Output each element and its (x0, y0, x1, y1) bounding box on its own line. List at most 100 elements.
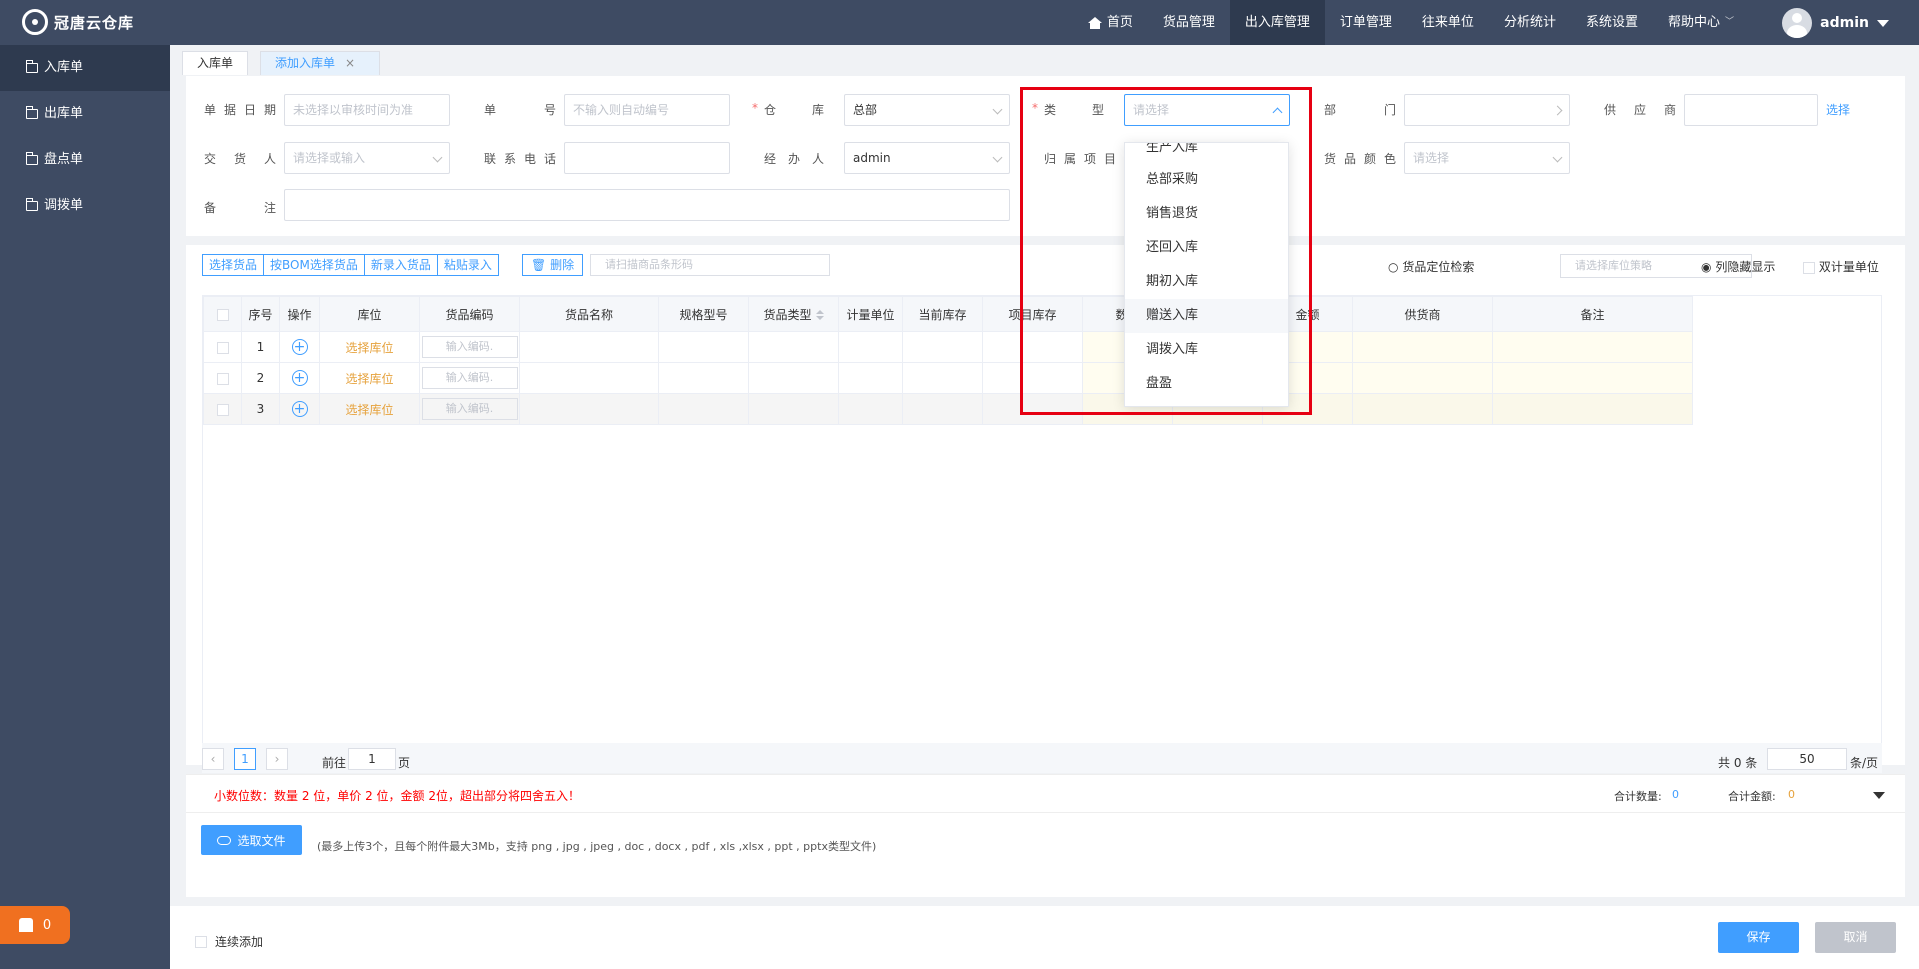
supplier-cell[interactable] (1352, 362, 1493, 394)
handler-label: 经办人 (764, 152, 824, 166)
tab-inbound-list[interactable]: 入库单 (182, 51, 249, 75)
sidebar-item-outbound[interactable]: 出库单 (0, 91, 170, 137)
bom-select-button[interactable]: 按BOM选择货品 (263, 254, 365, 276)
caret-down-icon (1877, 19, 1889, 27)
chevron-down-icon: ﹀ (1724, 17, 1734, 27)
select-location-link[interactable]: 选择库位 (345, 341, 393, 355)
deliverer-select[interactable]: 请选择或输入 (284, 142, 450, 174)
order-no-input[interactable]: 不输入则自动编号 (564, 94, 730, 126)
continue-checkbox[interactable] (195, 935, 207, 948)
tab-add-inbound[interactable]: 添加入库单 × (260, 51, 380, 75)
supplier-select-link[interactable]: 选择 (1826, 101, 1850, 118)
avatar (1782, 8, 1813, 38)
handler-select[interactable]: admin (844, 142, 1010, 174)
barcode-input[interactable]: 请扫描商品条形码 (590, 254, 830, 276)
nav-inout[interactable]: 出入库管理 (1229, 0, 1325, 45)
row-checkbox[interactable] (216, 403, 229, 416)
sidebar-item-stocktake[interactable]: 盘点单 (0, 137, 170, 183)
next-page-button[interactable]: › (266, 748, 288, 770)
color-select[interactable]: 请选择 (1404, 142, 1570, 174)
supplier-input[interactable] (1684, 94, 1818, 126)
app-logo[interactable]: 冠唐云仓库 (22, 9, 134, 35)
decimal-warning: 小数位数：数量 2 位，单价 2 位，金额 2位，超出部分将四舍五入！ (214, 789, 580, 803)
nav-orders[interactable]: 订单管理 (1325, 0, 1407, 45)
dept-select[interactable] (1404, 94, 1570, 126)
nav-analytics[interactable]: 分析统计 (1489, 0, 1571, 45)
cell (902, 393, 983, 425)
nav-partners[interactable]: 往来单位 (1407, 0, 1489, 45)
sort-icon[interactable] (815, 310, 824, 320)
cell (748, 331, 839, 363)
sidebar-item-inbound[interactable]: 入库单 (0, 45, 170, 91)
code-input[interactable]: 输入编码. (421, 367, 518, 389)
new-goods-button[interactable]: 新录入货品 (363, 254, 438, 276)
sidebar-item-label: 盘点单 (44, 152, 84, 167)
row-location-cell: 选择库位 (319, 393, 420, 425)
locate-search[interactable]: ○ 货品定位检索 (1388, 258, 1474, 275)
phone-input[interactable] (564, 142, 730, 174)
remark-cell[interactable] (1492, 362, 1693, 394)
folder-icon (26, 60, 38, 73)
plus-circle-icon[interactable]: + (291, 370, 308, 386)
header-type[interactable]: 货品类型 (748, 296, 839, 332)
code-input[interactable]: 输入编码. (421, 336, 518, 358)
nav-help[interactable]: 帮助中心 ﹀ (1653, 0, 1749, 45)
plus-circle-icon[interactable]: + (291, 339, 308, 355)
remark-cell[interactable] (1492, 331, 1693, 363)
prev-page-button[interactable]: ‹ (202, 748, 224, 770)
close-icon[interactable]: × (345, 56, 355, 70)
nav-home[interactable]: 首页 (1073, 0, 1148, 45)
order-no-placeholder: 不输入则自动编号 (573, 103, 670, 117)
row-code-cell: 输入编码. (419, 331, 520, 363)
deliverer-label: 交货人 (204, 152, 276, 166)
code-input[interactable]: 输入编码. (421, 398, 518, 420)
column-visibility-label: 列隐藏显示 (1715, 260, 1776, 274)
header-index: 序号 (241, 296, 280, 332)
warehouse-label: 仓库 (764, 103, 824, 117)
row-action-cell: + (279, 331, 320, 363)
goto-page-input[interactable]: 1 (348, 748, 396, 770)
alarm-icon (18, 918, 33, 932)
checkbox[interactable] (1803, 261, 1815, 274)
remark-input[interactable] (284, 189, 1010, 221)
column-visibility[interactable]: ◉ 列隐藏显示 (1701, 258, 1775, 275)
chevron-down-icon (432, 152, 443, 163)
sidebar-item-transfer[interactable]: 调拨单 (0, 183, 170, 229)
logo-icon (22, 9, 48, 35)
page-size-select[interactable]: 50 (1767, 748, 1847, 770)
remark-cell[interactable] (1492, 393, 1693, 425)
choose-file-button[interactable]: 选取文件 (201, 825, 302, 855)
nav-goods[interactable]: 货品管理 (1148, 0, 1230, 45)
select-goods-button[interactable]: 选择货品 (202, 254, 265, 276)
row-action-cell: + (279, 362, 320, 394)
row-checkbox[interactable] (216, 372, 229, 385)
page-1-button[interactable]: 1 (234, 748, 256, 770)
save-button[interactable]: 保存 (1718, 922, 1799, 953)
select-location-link[interactable]: 选择库位 (345, 403, 393, 417)
continue-add-toggle[interactable]: 连续添加 (195, 933, 263, 950)
date-input[interactable]: 未选择以审核时间为准 (284, 94, 450, 126)
alarm-button[interactable]: 0 (0, 906, 70, 944)
expand-icon[interactable] (1873, 792, 1885, 799)
user-menu[interactable]: admin (1782, 8, 1889, 38)
delete-label: 删除 (550, 258, 575, 272)
paste-entry-button[interactable]: 粘贴录入 (436, 254, 499, 276)
delete-button[interactable]: 🗑 删除 (522, 254, 584, 276)
select-all-checkbox[interactable] (216, 308, 229, 321)
warehouse-select[interactable]: 总部 (844, 94, 1010, 126)
select-location-link[interactable]: 选择库位 (345, 372, 393, 386)
chevron-down-icon (992, 104, 1003, 115)
dept-label: 部门 (1324, 103, 1396, 117)
row-code-cell: 输入编码. (419, 362, 520, 394)
row-location-cell: 选择库位 (319, 362, 420, 394)
supplier-cell[interactable] (1352, 393, 1493, 425)
supplier-cell[interactable] (1352, 331, 1493, 363)
cancel-button[interactable]: 取消 (1815, 922, 1896, 953)
row-checkbox[interactable] (216, 341, 229, 354)
handler-value: admin (853, 151, 891, 165)
cell (519, 393, 659, 425)
nav-settings[interactable]: 系统设置 (1571, 0, 1653, 45)
dual-unit-toggle[interactable]: 双计量单位 (1803, 258, 1879, 275)
remark-label: 备注 (204, 201, 276, 215)
plus-circle-icon[interactable]: + (291, 401, 308, 417)
